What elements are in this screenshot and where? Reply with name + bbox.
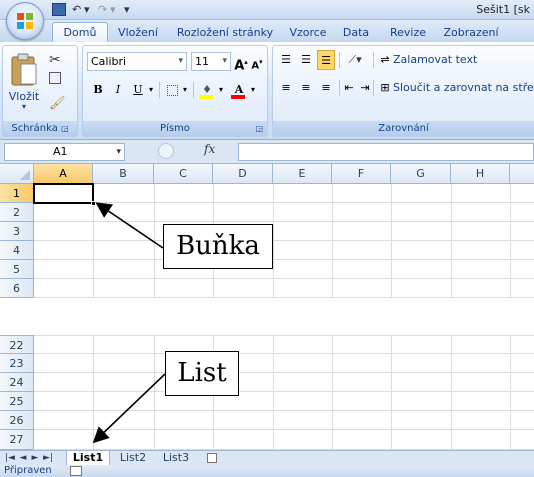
cell-callout-arrow bbox=[95, 202, 164, 249]
sheet-callout-arrow bbox=[92, 373, 166, 444]
office-button[interactable] bbox=[6, 2, 44, 40]
office-logo-icon bbox=[17, 13, 33, 29]
cell-callout: Buňka bbox=[163, 224, 273, 269]
sheet-callout: List bbox=[165, 351, 239, 396]
